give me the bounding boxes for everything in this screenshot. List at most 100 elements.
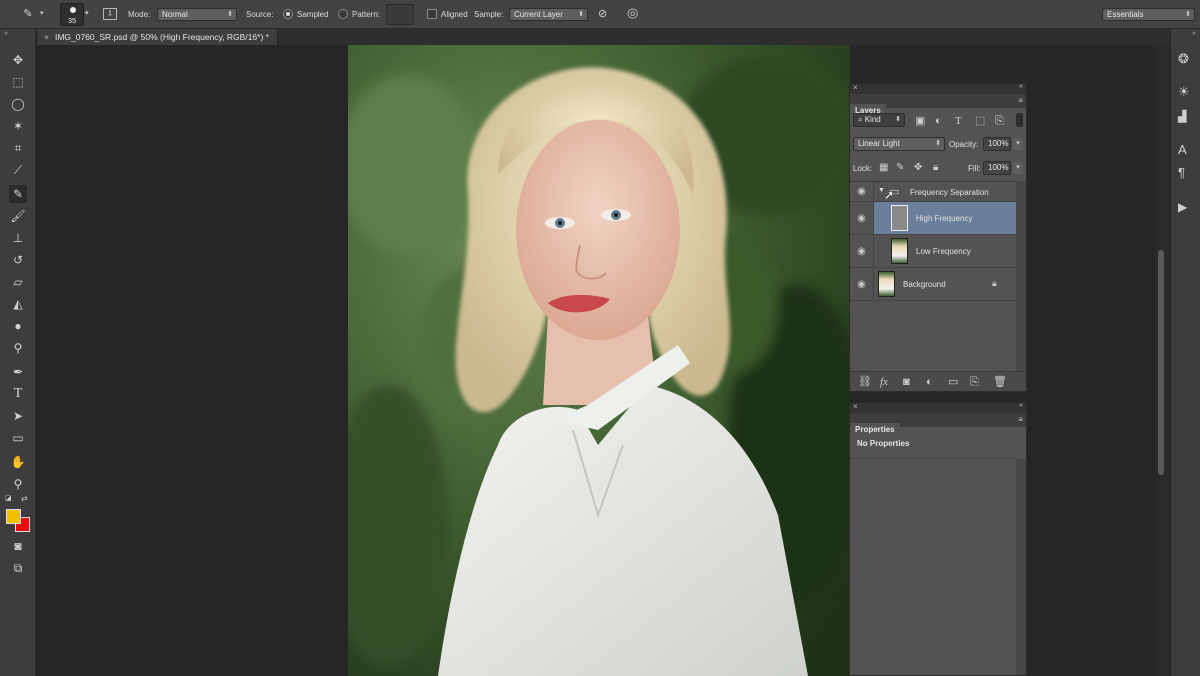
visibility-eye-icon[interactable]: ◉ xyxy=(850,235,874,267)
magic-wand-tool-icon[interactable]: ✶ xyxy=(9,117,27,135)
layer-thumbnail xyxy=(891,238,908,264)
crop-tool-icon[interactable]: ⌗ xyxy=(9,139,27,157)
lock-transparent-icon[interactable]: ▦ xyxy=(879,162,888,174)
opacity-label: Opacity: xyxy=(949,140,979,149)
close-icon[interactable]: × xyxy=(853,402,858,411)
new-layer-icon[interactable]: ⎘ xyxy=(970,376,979,388)
visibility-eye-icon[interactable]: ◉ xyxy=(850,268,874,300)
lock-position-icon[interactable]: ✥ xyxy=(914,162,922,174)
tool-preset-chevron-icon[interactable]: ▾ xyxy=(40,8,44,20)
screen-mode-icon[interactable]: ⧉ xyxy=(9,559,27,577)
eyedropper-tool-icon[interactable]: ⟋ xyxy=(9,161,27,179)
actions-panel-icon[interactable]: ▶ xyxy=(1178,201,1187,213)
color-panel-icon[interactable]: ❂ xyxy=(1178,52,1189,65)
ignore-adjustment-layers-icon[interactable]: ⊘ xyxy=(598,8,607,20)
history-brush-tool-icon[interactable]: ↺ xyxy=(9,251,27,269)
opacity-field[interactable]: 100% xyxy=(983,137,1011,151)
character-panel-icon[interactable]: A xyxy=(1178,143,1187,156)
healing-brush-tool-icon[interactable]: ✎ xyxy=(9,185,27,203)
histogram-panel-icon[interactable]: ▟ xyxy=(1178,111,1186,123)
filter-smart-object-icon[interactable]: ⎘ xyxy=(995,115,1004,127)
type-tool-icon[interactable]: T xyxy=(9,385,27,403)
sample-dropdown[interactable]: Current Layer ⬍ xyxy=(509,8,588,21)
collapse-icon[interactable]: « xyxy=(1019,402,1023,409)
layer-row-high-frequency[interactable]: ◉ High Frequency xyxy=(850,202,1016,235)
toolbar-collapse-icon[interactable]: » xyxy=(4,30,8,37)
quick-mask-icon[interactable]: ◙ xyxy=(9,537,27,555)
foreground-color-swatch[interactable] xyxy=(6,509,21,524)
blur-tool-icon[interactable]: ● xyxy=(9,317,27,335)
visibility-eye-icon[interactable]: ◉ xyxy=(850,202,874,234)
blend-mode-dropdown[interactable]: Linear Light ⬍ xyxy=(853,137,945,151)
layer-row-background[interactable]: ◉ Background 🔒︎ xyxy=(850,268,1016,301)
sampled-radio[interactable] xyxy=(283,9,293,19)
marquee-tool-icon[interactable]: ⬚ xyxy=(9,73,27,91)
path-selection-tool-icon[interactable]: ➤ xyxy=(9,407,27,425)
options-bar: ✎ ▾ 35 ▾ ⇩ Mode: Normal ⬍ Source: Sampled… xyxy=(0,0,1200,29)
workspace-dropdown[interactable]: Essentials ⬍ xyxy=(1102,8,1195,21)
mode-dropdown[interactable]: Normal ⬍ xyxy=(157,8,237,21)
pattern-radio[interactable] xyxy=(338,9,348,19)
brush-picker-chevron-icon[interactable]: ▾ xyxy=(85,8,89,20)
layer-filter-dropdown[interactable]: ⌕ Kind ⬍ xyxy=(853,113,905,127)
close-icon[interactable]: × xyxy=(853,83,858,92)
properties-tab[interactable]: Properties xyxy=(850,423,900,437)
panel-menu-icon[interactable]: ≡ xyxy=(1018,96,1023,105)
pen-tool-icon[interactable]: ✒ xyxy=(9,363,27,381)
close-icon[interactable]: × xyxy=(44,32,49,42)
lock-image-icon[interactable]: ✎ xyxy=(896,162,904,174)
adjustments-panel-icon[interactable]: ☀ xyxy=(1178,85,1190,98)
default-colors-icon[interactable]: ◪ xyxy=(5,494,12,502)
scrollbar-thumb[interactable] xyxy=(1158,250,1164,475)
brush-size-picker[interactable]: 35 xyxy=(60,3,84,26)
zoom-tool-icon[interactable]: ⚲ xyxy=(9,475,27,493)
filter-adjustment-icon[interactable]: ◐ xyxy=(935,115,942,127)
fill-chevron-icon[interactable]: ▾ xyxy=(1013,162,1023,174)
canvas-vertical-scrollbar[interactable] xyxy=(1155,45,1169,676)
add-mask-icon[interactable]: ◙ xyxy=(903,376,910,388)
properties-scrollbar[interactable] xyxy=(1016,459,1026,675)
pattern-picker[interactable] xyxy=(386,4,414,25)
document-canvas[interactable] xyxy=(348,45,850,676)
paragraph-panel-icon[interactable]: ¶ xyxy=(1178,166,1185,179)
document-tab[interactable]: × IMG_0760_SR.psd @ 50% (High Frequency, … xyxy=(38,29,278,45)
lock-all-icon[interactable]: 🔒︎ xyxy=(933,162,938,174)
filter-pixel-icon[interactable]: ▣ xyxy=(915,115,925,127)
fill-field[interactable]: 100% xyxy=(983,161,1011,175)
clone-stamp-tool-icon[interactable]: ⊥ xyxy=(9,229,27,247)
eraser-tool-icon[interactable]: ▱ xyxy=(9,273,27,291)
rectangle-tool-icon[interactable]: ▭ xyxy=(9,429,27,447)
paint-bucket-tool-icon[interactable]: ◭ xyxy=(9,295,27,313)
filter-shape-icon[interactable]: ⬚ xyxy=(975,115,985,127)
brush-panel-toggle-icon[interactable]: ⇩ xyxy=(103,8,117,20)
visibility-eye-icon[interactable]: ◉ xyxy=(850,182,874,201)
filter-toggle-icon[interactable] xyxy=(1016,113,1023,127)
fx-icon[interactable]: fx xyxy=(880,376,888,388)
layer-name: High Frequency xyxy=(916,214,973,223)
brush-tool-icon[interactable]: 🖌 xyxy=(9,207,27,225)
pressure-size-icon[interactable]: ◎ xyxy=(627,6,638,19)
collapse-icon[interactable]: « xyxy=(1192,30,1196,37)
adjustment-layer-icon[interactable]: ◐ xyxy=(926,376,933,388)
swap-colors-icon[interactable]: ⇄ xyxy=(21,494,28,503)
collapse-icon[interactable]: « xyxy=(1019,83,1023,90)
opacity-chevron-icon[interactable]: ▾ xyxy=(1013,138,1023,150)
layer-row-low-frequency[interactable]: ◉ Low Frequency xyxy=(850,235,1016,268)
new-group-icon[interactable]: ▭ xyxy=(948,376,958,388)
layers-footer: ⛓ fx ◙ ◐ ▭ ⎘ 🗑︎ xyxy=(850,371,1026,391)
aligned-checkbox[interactable] xyxy=(427,9,437,19)
brush-dot-icon xyxy=(70,7,76,13)
trash-icon[interactable]: 🗑︎ xyxy=(993,376,1007,388)
healing-brush-icon[interactable]: ✎ xyxy=(20,8,36,20)
link-layers-icon[interactable]: ⛓ xyxy=(858,376,872,388)
hand-tool-icon[interactable]: ✋ xyxy=(9,453,27,471)
layer-name: Low Frequency xyxy=(916,247,971,256)
lasso-tool-icon[interactable]: ◯ xyxy=(9,95,27,113)
filter-type-icon[interactable]: T xyxy=(955,115,962,127)
panel-menu-icon[interactable]: ≡ xyxy=(1018,415,1023,424)
pattern-label: Pattern: xyxy=(352,10,381,19)
move-tool-icon[interactable]: ✥ xyxy=(9,51,27,69)
dodge-tool-icon[interactable]: ⚲ xyxy=(9,339,27,357)
layers-scrollbar[interactable] xyxy=(1016,181,1026,371)
layer-row-frequency-separation[interactable]: ◉ ▼ ▭ Frequency Separation xyxy=(850,182,1016,202)
